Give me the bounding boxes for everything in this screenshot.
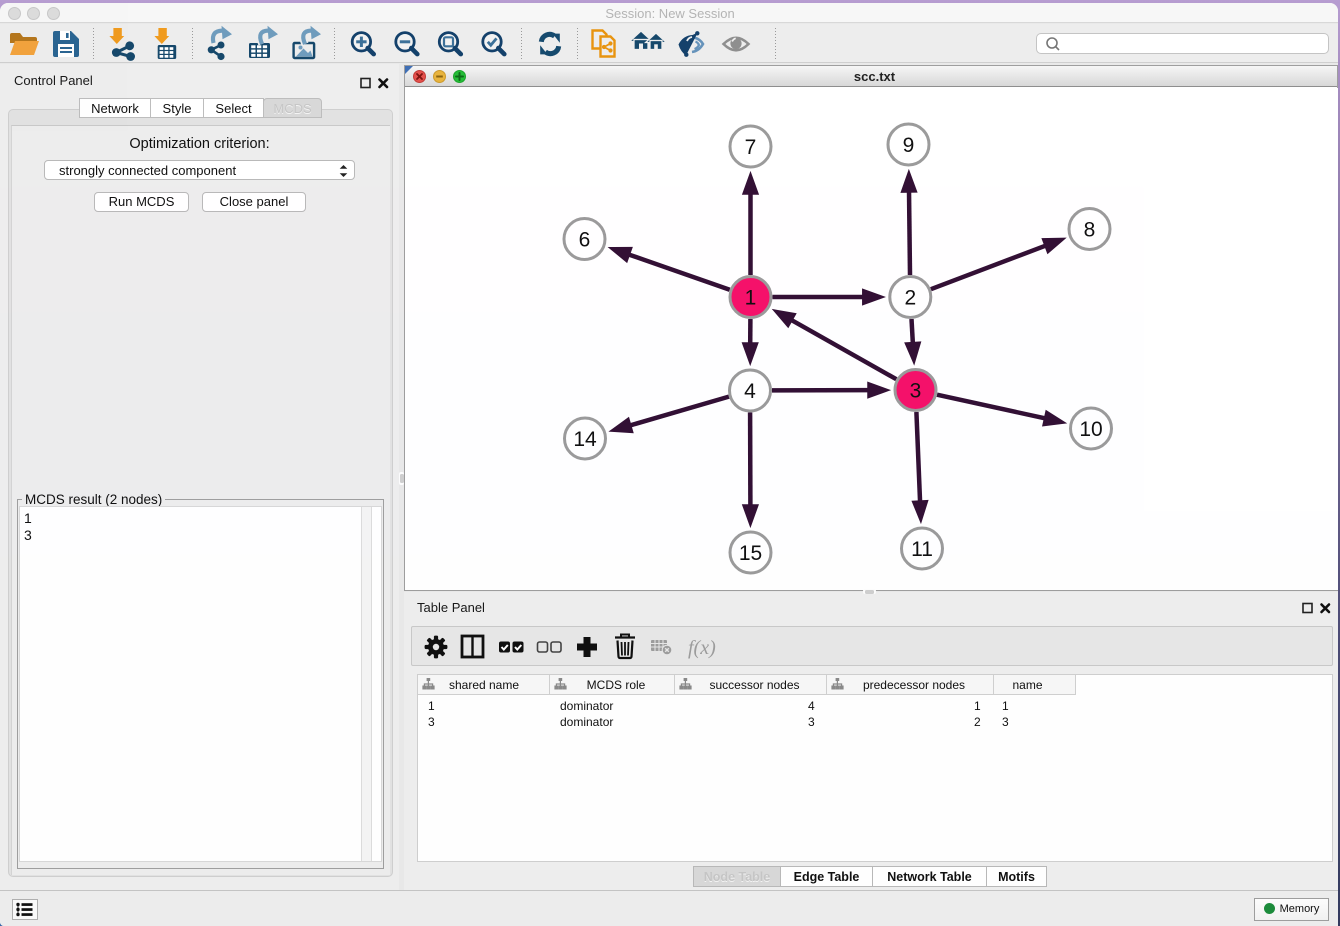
svg-text:10: 10 [1079,418,1102,441]
svg-text:4: 4 [744,380,756,403]
svg-text:7: 7 [745,136,757,159]
svg-text:15: 15 [739,542,762,565]
svg-text:1: 1 [745,287,757,310]
svg-text:3: 3 [910,380,922,403]
svg-text:2: 2 [904,287,916,310]
svg-text:11: 11 [911,538,933,561]
svg-text:9: 9 [903,134,915,157]
svg-text:6: 6 [579,229,591,252]
svg-text:8: 8 [1084,219,1096,242]
svg-text:f(x): f(x) [688,637,716,659]
svg-text:14: 14 [573,428,597,451]
